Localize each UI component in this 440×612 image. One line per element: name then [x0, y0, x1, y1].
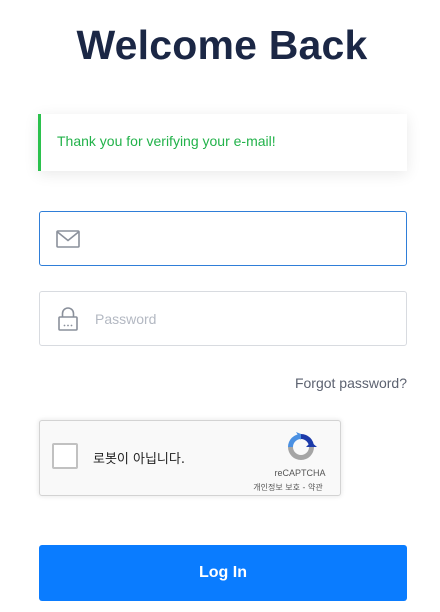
recaptcha-terms-link[interactable]: 약관 [308, 483, 323, 492]
password-field[interactable] [39, 291, 407, 346]
login-button[interactable]: Log In [39, 545, 407, 601]
password-input[interactable] [95, 292, 395, 345]
padlock-icon [56, 306, 80, 332]
recaptcha-privacy-link[interactable]: 개인정보 보호 [253, 483, 300, 492]
recaptcha-checkbox[interactable] [52, 443, 78, 469]
recaptcha-label: 로봇이 아닙니다. [93, 452, 185, 467]
recaptcha-links: 개인정보 보호 - 약관 [236, 482, 340, 493]
forgot-password-link[interactable]: Forgot password? [295, 375, 407, 391]
recaptcha-logo-icon [285, 431, 317, 463]
email-field[interactable] [39, 211, 407, 266]
recaptcha-separator: - [299, 483, 308, 492]
alert-message: Thank you for verifying your e-mail! [57, 133, 276, 149]
page-title: Welcome Back [76, 22, 368, 68]
recaptcha-brand: reCAPTCHA [274, 468, 326, 478]
alert-accent-bar [38, 114, 41, 171]
recaptcha-widget: 로봇이 아닙니다. reCAPTCHA 개인정보 보호 - 약관 [39, 420, 341, 496]
envelope-icon [56, 226, 80, 252]
verification-alert: Thank you for verifying your e-mail! [38, 114, 407, 171]
email-input[interactable] [95, 212, 395, 265]
